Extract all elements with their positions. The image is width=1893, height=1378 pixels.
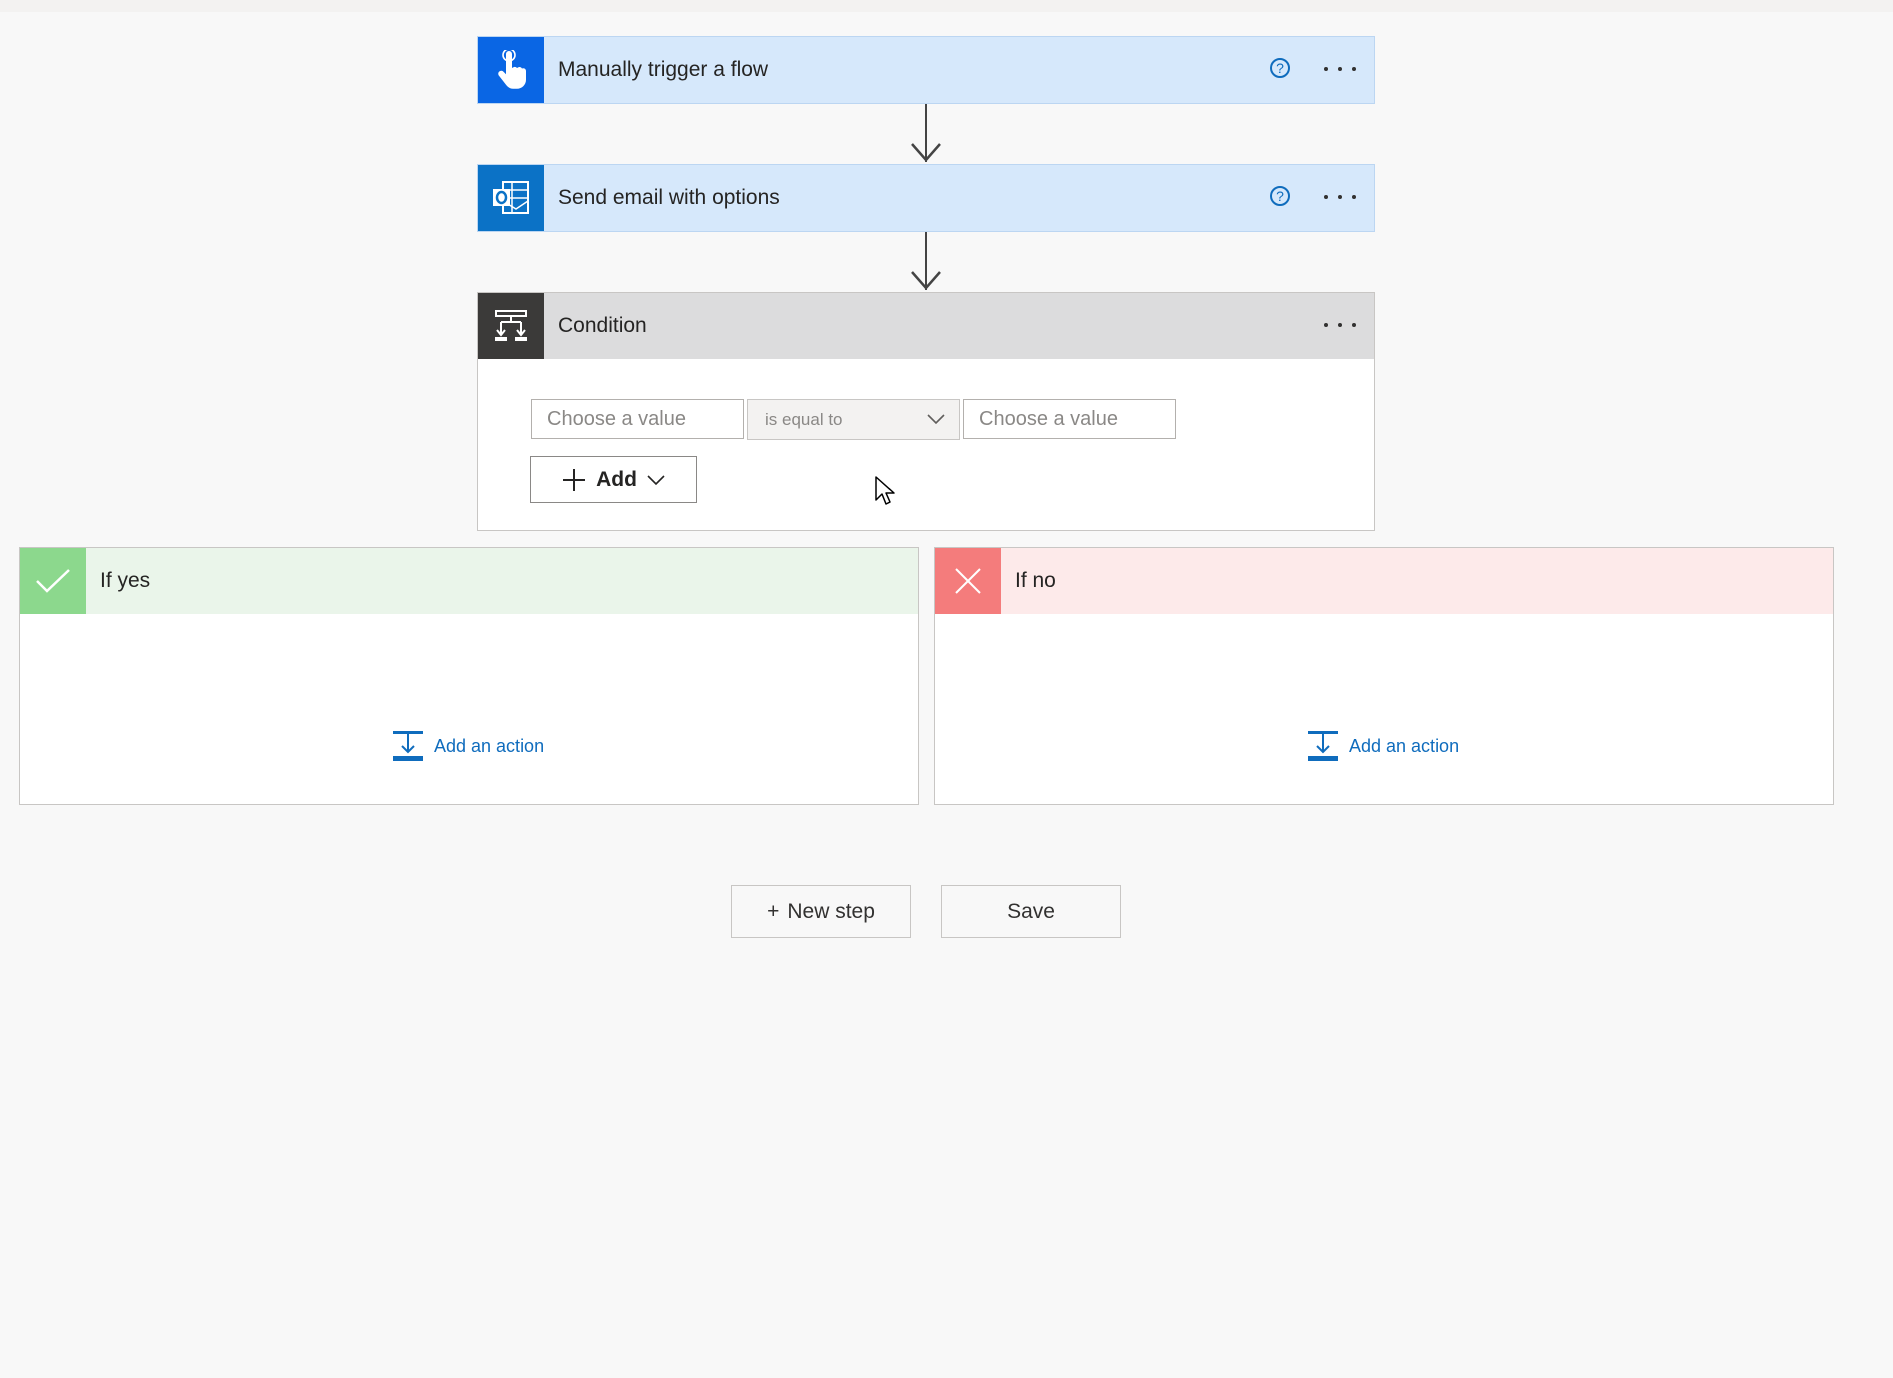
plus-icon bbox=[563, 468, 586, 491]
save-label: Save bbox=[1007, 899, 1055, 923]
operator-label: is equal to bbox=[765, 410, 843, 429]
if-yes-title: If yes bbox=[100, 569, 151, 592]
chevron-down-icon bbox=[647, 474, 665, 485]
more-options-icon[interactable] bbox=[1320, 315, 1360, 335]
arrow-down-icon bbox=[911, 143, 941, 162]
arrow-down-icon bbox=[911, 271, 941, 290]
left-value-input[interactable]: Choose a value bbox=[531, 399, 744, 439]
right-value-input[interactable]: Choose a value bbox=[963, 399, 1176, 439]
help-icon[interactable]: ? bbox=[1270, 186, 1290, 206]
new-step-button[interactable]: + New step bbox=[731, 885, 911, 938]
mouse-cursor-icon bbox=[875, 476, 895, 505]
condition-step-header[interactable]: Condition bbox=[478, 293, 1374, 359]
condition-step-title: Condition bbox=[558, 314, 647, 337]
close-icon bbox=[935, 548, 1001, 614]
add-action-link[interactable]: Add an action bbox=[392, 730, 544, 762]
top-band bbox=[0, 0, 1893, 12]
add-action-label: Add an action bbox=[434, 735, 545, 756]
outlook-icon bbox=[478, 165, 544, 231]
new-step-label: New step bbox=[787, 899, 875, 923]
if-yes-header[interactable]: If yes bbox=[20, 548, 918, 614]
more-options-icon[interactable] bbox=[1320, 59, 1360, 79]
if-yes-branch: If yes Add an action bbox=[19, 547, 919, 805]
operator-dropdown[interactable]: is equal to bbox=[747, 399, 960, 440]
trigger-step-title: Manually trigger a flow bbox=[558, 58, 769, 81]
add-condition-button[interactable]: Add bbox=[530, 456, 697, 503]
add-action-link[interactable]: Add an action bbox=[1307, 730, 1459, 762]
help-icon[interactable]: ? bbox=[1270, 58, 1290, 78]
send-email-step-title: Send email with options bbox=[558, 186, 780, 209]
add-action-icon bbox=[393, 731, 423, 761]
if-no-branch: If no Add an action bbox=[934, 547, 1834, 805]
condition-icon bbox=[478, 293, 544, 359]
save-button[interactable]: Save bbox=[941, 885, 1121, 938]
add-button-label: Add bbox=[596, 467, 637, 491]
add-action-icon bbox=[1308, 731, 1338, 761]
more-options-icon[interactable] bbox=[1320, 187, 1360, 207]
send-email-step-card[interactable]: Send email with options ? bbox=[477, 164, 1375, 232]
if-no-title: If no bbox=[1015, 569, 1056, 592]
trigger-step-card[interactable]: Manually trigger a flow ? bbox=[477, 36, 1375, 104]
send-email-step-header[interactable]: Send email with options ? bbox=[478, 165, 1374, 231]
chevron-down-icon bbox=[927, 414, 945, 425]
add-action-label: Add an action bbox=[1349, 735, 1460, 756]
hand-pointer-icon bbox=[478, 37, 544, 103]
trigger-step-header[interactable]: Manually trigger a flow ? bbox=[478, 37, 1374, 103]
plus-prefix: + bbox=[767, 899, 780, 923]
if-no-header[interactable]: If no bbox=[935, 548, 1833, 614]
checkmark-icon bbox=[20, 548, 86, 614]
